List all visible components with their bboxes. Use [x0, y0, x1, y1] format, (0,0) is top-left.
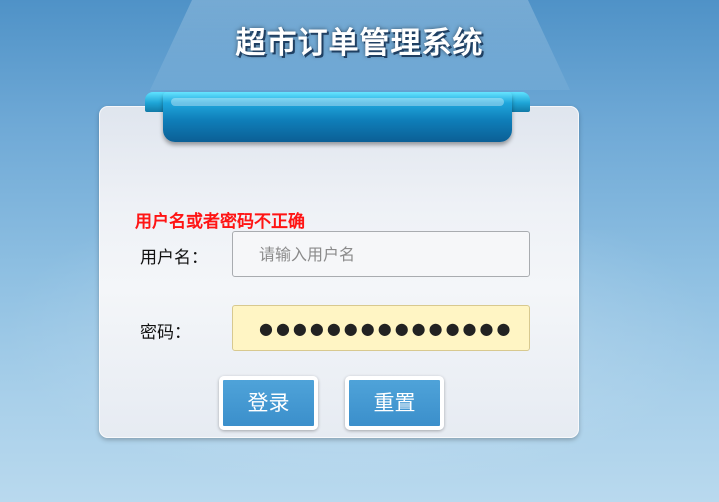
username-input[interactable]	[232, 231, 530, 277]
password-label: 密码：	[140, 323, 191, 343]
page-title: 超市订单管理系统	[235, 26, 484, 61]
reset-button[interactable]: 重置	[345, 376, 444, 430]
error-message: 用户名或者密码不正确	[135, 212, 305, 232]
login-panel-ribbon	[163, 92, 512, 142]
password-input[interactable]	[232, 305, 530, 351]
username-label: 用户名：	[140, 248, 208, 268]
login-button[interactable]: 登录	[219, 376, 318, 430]
